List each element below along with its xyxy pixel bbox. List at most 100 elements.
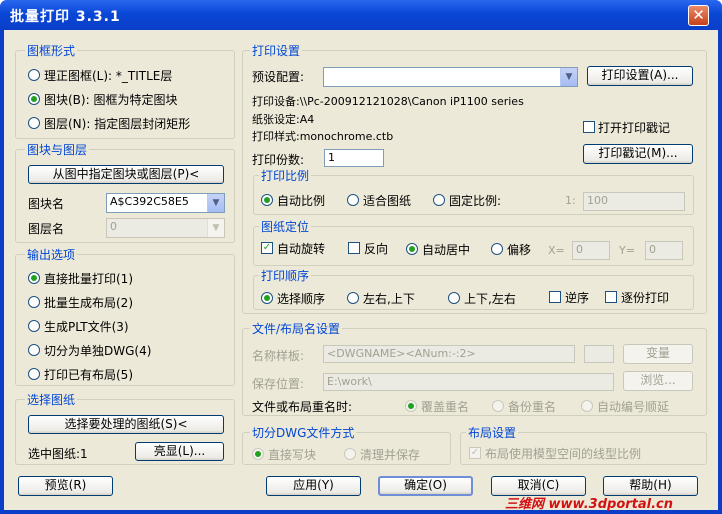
block-layer-title: 图块与图层 [25,141,90,158]
watermark: 三维网 www.3dportal.cn [505,497,674,512]
preset-select[interactable]: ▼ [323,67,578,87]
radio-scale-fixed[interactable] [433,194,445,206]
template-input[interactable]: <DWGNAME><ANum:-:2> [323,345,575,363]
save-location-label: 保存位置: [252,377,305,391]
auto-rotate-label: 自动旋转 [277,242,326,256]
label-output-existing: 打印已有布局(5) [44,368,133,382]
reverse-label: 反向 [364,242,389,256]
x-offset-input[interactable]: 0 [572,241,610,260]
pick-block-layer-button[interactable]: 从图中指定图块或图层(P)< [28,165,224,184]
block-name-select[interactable]: A$C392C58E5 ▼ [106,193,225,213]
label-output-layout: 批量生成布局(2) [44,296,133,310]
chevron-down-icon[interactable]: ▼ [207,219,224,237]
highlight-button[interactable]: 亮显(L)... [135,442,224,461]
frame-type-title: 图框形式 [25,42,78,59]
radio-overwrite[interactable] [405,400,417,412]
radio-frame-layer[interactable] [28,117,40,129]
stamp-checkbox[interactable] [583,121,595,133]
block-name-value: A$C392C58E5 [110,195,189,208]
linetype-checkbox[interactable]: ✓ [469,447,481,459]
label-order-tb: 上下,左右 [464,292,516,306]
window-title: 批量打印 3.3.1 [10,9,121,25]
label-scale-auto: 自动比例 [277,194,326,208]
ratio-prefix: 1: [565,194,576,207]
selected-count-text: 选中图纸:1 [28,447,88,461]
filename-title: 文件/布局名设置 [250,320,343,337]
select-drawings-title: 选择图纸 [25,391,78,408]
ratio-input[interactable]: 100 [583,192,685,211]
stamp-checkbox-label: 打开打印戳记 [598,121,671,135]
select-drawings-button[interactable]: 选择要处理的图纸(S)< [28,415,224,434]
radio-order-tb[interactable] [448,292,460,304]
radio-output-direct[interactable] [28,272,40,284]
label-order-lr: 左右,上下 [363,292,415,306]
reverse-order-checkbox[interactable] [549,291,561,303]
copies-label: 打印份数: [252,153,305,167]
radio-offset[interactable] [491,243,503,255]
radio-center[interactable] [406,243,418,255]
style-text: 打印样式:monochrome.ctb [252,130,394,143]
label-split-clean: 清理并保存 [360,448,421,462]
print-stamp-button[interactable]: 打印戳记(M)... [583,144,693,164]
per-copy-checkbox[interactable] [605,291,617,303]
label-scale-fit: 适合图纸 [363,194,412,208]
y-offset-input[interactable]: 0 [645,241,683,260]
apply-button[interactable]: 应用(Y) [266,476,361,496]
save-location-input[interactable]: E:\work\ [323,373,614,391]
variable-button[interactable]: 变量 [623,344,693,364]
per-copy-label: 逐份打印 [621,291,670,305]
radio-output-dwg[interactable] [28,344,40,356]
label-offset: 偏移 [507,243,532,257]
ok-button[interactable]: 确定(O) [378,476,473,496]
order-title: 打印顺序 [259,267,312,284]
label-backup: 备份重名 [508,400,557,414]
radio-order-select[interactable] [261,292,273,304]
template-extra-input[interactable] [584,345,614,363]
label-frame-layer: 图层(N): 指定图层封闭矩形 [44,117,191,131]
preview-button[interactable]: 预览(R) [18,476,113,496]
radio-output-layout[interactable] [28,296,40,308]
layer-name-label: 图层名 [28,222,65,236]
reverse-order-label: 逆序 [565,291,590,305]
radio-autonum[interactable] [581,400,593,412]
device-text: 打印设备:\\Pc-200912121028\Canon iP1100 seri… [252,95,524,108]
layout-title: 布局设置 [466,424,519,441]
title-bar[interactable]: 批量打印 3.3.1 ✕ [0,0,722,30]
radio-scale-fit[interactable] [347,194,359,206]
label-frame-lizheng: 理正图框(L): *_TITLE层 [44,69,173,83]
duplicate-label: 文件或布局重名时: [252,400,353,414]
label-order-select: 选择顺序 [277,292,326,306]
block-name-label: 图块名 [28,197,65,211]
x-label: X= [548,244,565,257]
output-options-title: 输出选项 [25,246,78,263]
chevron-down-icon[interactable]: ▼ [560,68,577,86]
auto-rotate-checkbox[interactable]: ✓ [261,242,273,254]
label-frame-block: 图块(B): 图框为特定图块 [44,93,178,107]
browse-button[interactable]: 浏览... [623,371,693,391]
label-overwrite: 覆盖重名 [421,400,470,414]
radio-split-clean[interactable] [344,448,356,460]
radio-backup[interactable] [492,400,504,412]
label-output-plt: 生成PLT文件(3) [44,320,129,334]
radio-output-plt[interactable] [28,320,40,332]
radio-split-direct[interactable] [252,448,264,460]
label-autonum: 自动编号顺延 [597,400,670,414]
split-dwg-title: 切分DWG文件方式 [250,424,357,441]
radio-output-existing[interactable] [28,368,40,380]
radio-frame-block[interactable] [28,93,40,105]
print-settings-title: 打印设置 [250,42,303,59]
layer-name-select[interactable]: 0 ▼ [106,218,225,238]
close-icon: ✕ [692,6,705,24]
copies-input[interactable]: 1 [324,149,384,167]
close-button[interactable]: ✕ [688,5,709,26]
label-output-direct: 直接批量打印(1) [44,272,133,286]
radio-frame-lizheng[interactable] [28,69,40,81]
reverse-checkbox[interactable] [348,242,360,254]
radio-order-lr[interactable] [347,292,359,304]
chevron-down-icon[interactable]: ▼ [207,194,224,212]
print-setup-button[interactable]: 打印设置(A)... [587,66,693,86]
scale-title: 打印比例 [259,167,312,184]
label-scale-fixed: 固定比例: [449,194,502,208]
radio-scale-auto[interactable] [261,194,273,206]
label-center: 自动居中 [422,243,471,257]
